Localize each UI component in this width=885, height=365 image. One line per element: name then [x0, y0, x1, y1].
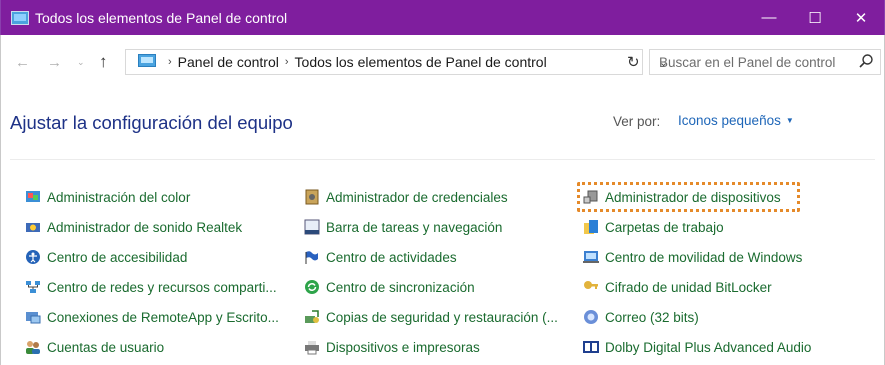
- page-title: Ajustar la configuración del equipo: [10, 112, 293, 133]
- minimize-button[interactable]: —: [746, 0, 792, 35]
- item-label: Centro de movilidad de Windows: [605, 249, 803, 265]
- item-label: Administrador de sonido Realtek: [47, 219, 243, 235]
- item-label: Cuentas de usuario: [47, 339, 165, 355]
- work-folders-icon: [583, 219, 599, 235]
- item-dolby-audio[interactable]: Dolby Digital Plus Advanced Audio: [583, 335, 811, 359]
- item-label: Administración del color: [47, 189, 191, 205]
- item-label: Centro de accesibilidad: [47, 249, 188, 265]
- color-management-icon: [25, 189, 41, 205]
- content-pane: Ajustar la configuración del equipo Ver …: [0, 93, 885, 365]
- focus-highlight: [577, 182, 800, 212]
- mobility-center-icon: [583, 249, 599, 265]
- divider: [10, 159, 875, 160]
- view-by-label: Ver por:: [613, 114, 661, 129]
- item-user-accounts[interactable]: Cuentas de usuario: [25, 335, 164, 359]
- search-placeholder: Buscar en el Panel de control: [659, 54, 836, 70]
- item-label: Dolby Digital Plus Advanced Audio: [605, 339, 812, 355]
- caret-down-icon: ▼: [785, 116, 794, 125]
- item-label: Carpetas de trabajo: [605, 219, 724, 235]
- view-by-value: Iconos pequeños: [678, 113, 781, 128]
- maximize-button[interactable]: ☐: [792, 0, 838, 35]
- dolby-icon: [583, 339, 599, 355]
- sync-icon: [304, 279, 320, 295]
- refresh-icon[interactable]: ↻: [627, 49, 640, 75]
- users-icon: [25, 339, 41, 355]
- item-credential-manager[interactable]: Administrador de credenciales: [304, 185, 508, 209]
- recent-locations-chevron-icon[interactable]: ⌄: [77, 49, 85, 75]
- item-label: Cifrado de unidad BitLocker: [605, 279, 772, 295]
- window-title: Todos los elementos de Panel de control: [35, 9, 288, 26]
- view-by-dropdown[interactable]: Iconos pequeños ▼: [678, 113, 794, 128]
- network-icon: [25, 279, 41, 295]
- breadcrumb-chevron-icon: ›: [168, 56, 172, 68]
- mail-icon: [583, 309, 599, 325]
- close-button[interactable]: ✕: [838, 0, 884, 35]
- item-color-management[interactable]: Administración del color: [25, 185, 190, 209]
- address-bar[interactable]: › Panel de control › Todos los elementos…: [125, 49, 643, 75]
- backup-icon: [304, 309, 320, 325]
- speaker-icon: [25, 219, 41, 235]
- item-label: Conexiones de RemoteApp y Escrito...: [47, 309, 279, 325]
- control-panel-icon: [11, 10, 29, 25]
- search-input[interactable]: Buscar en el Panel de control: [649, 49, 881, 75]
- item-bitlocker[interactable]: Cifrado de unidad BitLocker: [583, 275, 772, 299]
- item-remoteapp[interactable]: Conexiones de RemoteApp y Escrito...: [25, 305, 279, 329]
- item-label: Centro de actividades: [326, 249, 457, 265]
- item-mail[interactable]: Correo (32 bits): [583, 305, 699, 329]
- accessibility-icon: [25, 249, 41, 265]
- item-label: Centro de sincronización: [326, 279, 475, 295]
- item-label: Centro de redes y recursos comparti...: [47, 279, 277, 295]
- item-network-sharing[interactable]: Centro de redes y recursos comparti...: [25, 275, 277, 299]
- item-mobility-center[interactable]: Centro de movilidad de Windows: [583, 245, 802, 269]
- item-taskbar-navigation[interactable]: Barra de tareas y navegación: [304, 215, 502, 239]
- breadcrumb-all-items[interactable]: Todos los elementos de Panel de control: [295, 54, 547, 70]
- item-label: Barra de tareas y navegación: [326, 219, 503, 235]
- breadcrumb-control-panel[interactable]: Panel de control: [178, 54, 279, 70]
- forward-arrow-icon[interactable]: →: [47, 49, 62, 75]
- item-label: Dispositivos e impresoras: [326, 339, 480, 355]
- item-action-center[interactable]: Centro de actividades: [304, 245, 457, 269]
- title-bar: Todos los elementos de Panel de control …: [0, 0, 885, 35]
- taskbar-icon: [304, 219, 320, 235]
- item-devices-printers[interactable]: Dispositivos e impresoras: [304, 335, 480, 359]
- item-label: Correo (32 bits): [605, 309, 699, 325]
- flag-icon: [304, 249, 320, 265]
- control-panel-small-icon: [138, 54, 156, 70]
- breadcrumb-chevron-icon: ›: [284, 56, 289, 68]
- credential-vault-icon: [304, 189, 320, 205]
- item-work-folders[interactable]: Carpetas de trabajo: [583, 215, 724, 239]
- item-realtek-audio[interactable]: Administrador de sonido Realtek: [25, 215, 242, 239]
- remoteapp-icon: [25, 309, 41, 325]
- item-accessibility-center[interactable]: Centro de accesibilidad: [25, 245, 187, 269]
- back-arrow-icon[interactable]: ←: [15, 49, 30, 75]
- bitlocker-key-icon: [583, 279, 599, 295]
- up-arrow-icon[interactable]: ↑: [99, 49, 108, 75]
- search-icon[interactable]: [858, 53, 874, 72]
- item-backup-restore[interactable]: Copias de seguridad y restauración (...: [304, 305, 558, 329]
- item-label: Copias de seguridad y restauración (...: [326, 309, 558, 325]
- item-sync-center[interactable]: Centro de sincronización: [304, 275, 475, 299]
- item-label: Administrador de credenciales: [326, 189, 508, 205]
- address-row: ← → ⌄ ↑ › Panel de control › Todos los e…: [0, 35, 885, 93]
- printer-icon: [304, 339, 320, 355]
